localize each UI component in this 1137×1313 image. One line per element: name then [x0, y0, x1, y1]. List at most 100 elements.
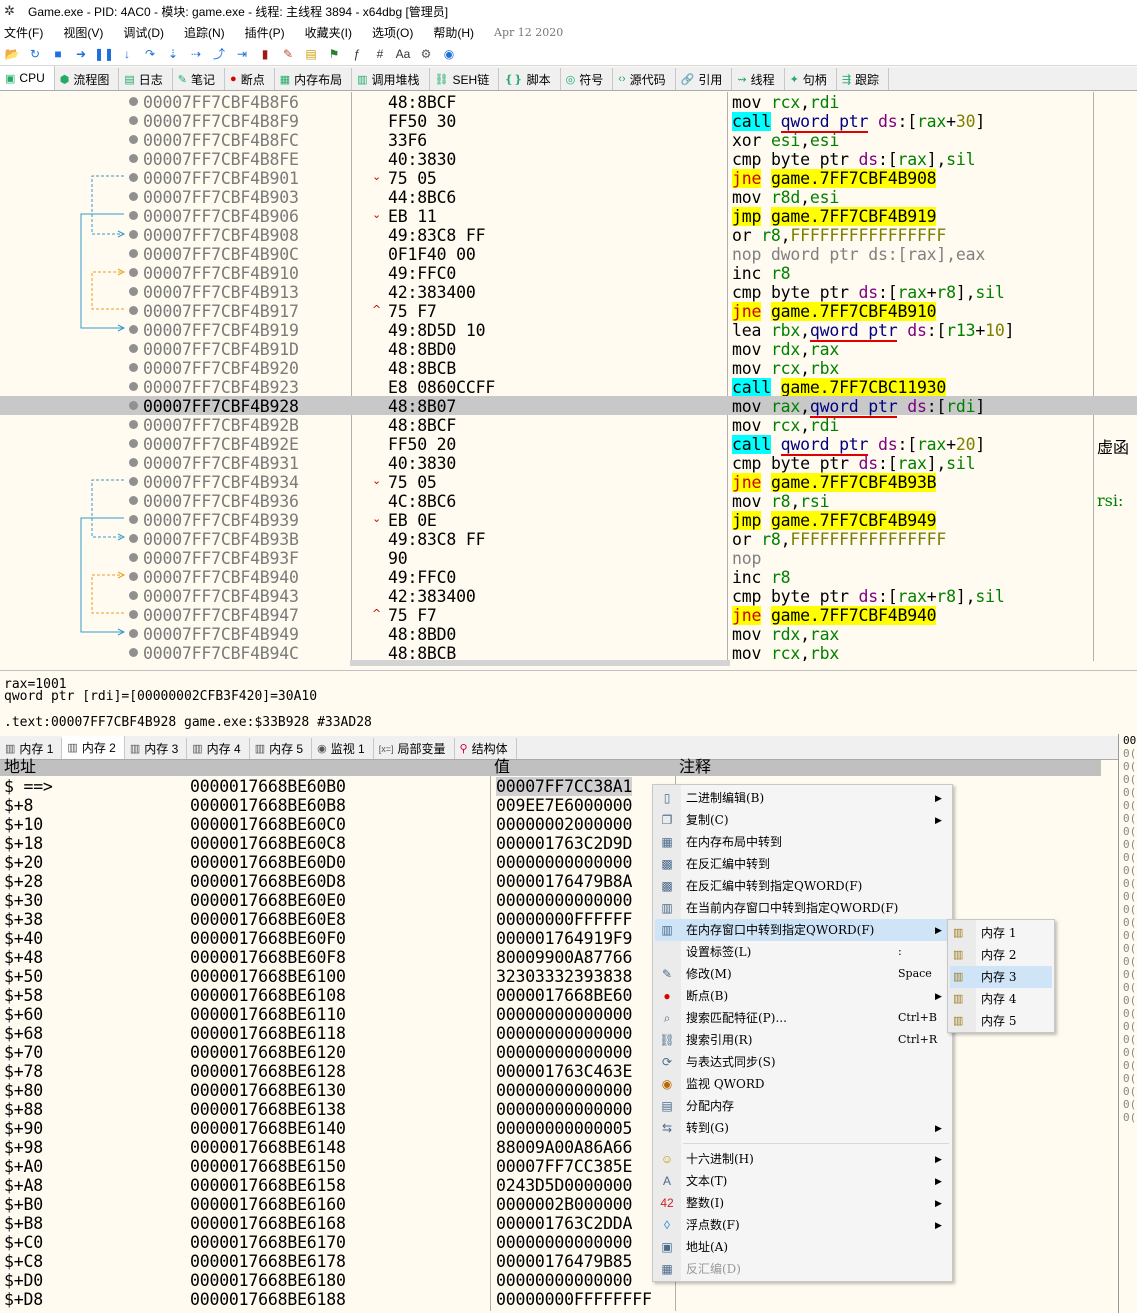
tab-source[interactable]: ‹› 源代码 [613, 68, 676, 90]
disasm-row[interactable]: 00007FF7CBF4B923 E8 0860CCFF call game.7FF… [0, 377, 1137, 397]
breakpoint-dot[interactable] [129, 420, 138, 429]
breakpoint-dot[interactable] [129, 363, 138, 372]
submenu-item[interactable]: ▥ 内存 3 [950, 966, 1052, 988]
tab-trace[interactable]: ⇶ 跟踪 [837, 68, 890, 90]
horizontal-scrollbar[interactable] [350, 660, 730, 666]
breakpoint-dot[interactable] [129, 268, 138, 277]
tab-memory-map[interactable]: ▦ 内存布局 [275, 68, 353, 90]
disasm-row[interactable]: 00007FF7CBF4B908 49:83C8 FF or r8,FFFFFFFF… [0, 225, 1137, 245]
menu-item[interactable]: ✎ 修改(M) Space [655, 963, 951, 985]
step-into-icon[interactable]: ↓ [118, 45, 136, 63]
menu-item[interactable]: ▥ 在当前内存窗口中转到指定QWORD(F) [655, 897, 951, 919]
menu-item[interactable]: ⇆ 转到(G) ▶ [655, 1117, 951, 1139]
execute-till-return-icon[interactable]: ⤴ [210, 45, 228, 63]
breakpoint-dot[interactable] [129, 439, 138, 448]
breakpoint-dot[interactable] [129, 154, 138, 163]
run-to-user-code-icon[interactable]: ⇥ [233, 45, 251, 63]
disasm-row[interactable]: 00007FF7CBF4B931 40:3830 cmp byte ptr ds:[… [0, 453, 1137, 473]
tab-cpu[interactable]: ▣ CPU [0, 66, 55, 90]
dump-tab[interactable]: ▥ 内存 3 [125, 738, 188, 759]
tab-seh[interactable]: ⛓ SEH链 [430, 68, 500, 90]
disassembly-view[interactable]: 00007FF7CBF4B8F6 48:8BCF mov rcx,rdi 00007F… [0, 92, 1137, 661]
breakpoint-dot[interactable] [129, 116, 138, 125]
disasm-row[interactable]: 00007FF7CBF4B94C 48:8BCB mov rcx,rbx [0, 643, 1137, 661]
menu-item[interactable]: ▦ 在内存布局中转到 [655, 831, 951, 853]
menu-item[interactable]: ◉ 监视 QWORD [655, 1073, 951, 1095]
breakpoint-dot[interactable] [129, 192, 138, 201]
disasm-row[interactable]: 00007FF7CBF4B940 49:FFC0 inc r8 [0, 567, 1137, 587]
menu-item[interactable]: ▥ 在内存窗口中转到指定QWORD(F) ▶ [655, 919, 951, 941]
breakpoint-dot[interactable] [129, 534, 138, 543]
breakpoint-dot[interactable] [129, 477, 138, 486]
menu-item[interactable]: ⟳ 与表达式同步(S) [655, 1051, 951, 1073]
comment-icon[interactable]: ✎ [279, 45, 297, 63]
disasm-row[interactable]: 00007FF7CBF4B949 48:8BD0 mov rdx,rax [0, 624, 1137, 644]
breakpoint-dot[interactable] [129, 572, 138, 581]
menu-item[interactable]: ☺ 十六进制(H) ▶ [655, 1148, 951, 1170]
disasm-row[interactable]: 00007FF7CBF4B920 48:8BCB mov rcx,rbx [0, 358, 1137, 378]
menu-item[interactable]: 收藏夹(I) [305, 24, 352, 41]
disasm-row[interactable]: 00007FF7CBF4B92E FF50 20 call qword ptr ds… [0, 434, 1137, 456]
label-icon[interactable]: ▤ [302, 45, 320, 63]
disasm-row[interactable]: 00007FF7CBF4B910 49:FFC0 inc r8 [0, 263, 1137, 283]
breakpoint-dot[interactable] [129, 610, 138, 619]
step-over-icon[interactable]: ↷ [141, 45, 159, 63]
dump-tab[interactable]: ◉ 监视 1 [312, 738, 374, 759]
tab-references[interactable]: 🔗 引用 [676, 68, 733, 90]
disasm-row[interactable]: 00007FF7CBF4B928 48:8B07 mov rax,qword ptr… [0, 396, 1137, 418]
disasm-row[interactable]: 00007FF7CBF4B903 44:8BC6 mov r8d,esi [0, 187, 1137, 207]
menu-item[interactable]: ◊ 浮点数(F) ▶ [655, 1214, 951, 1236]
tab-log[interactable]: ▤ 日志 [119, 68, 173, 90]
submenu-item[interactable]: ▥ 内存 1 [950, 922, 1052, 944]
submenu-item[interactable]: ▥ 内存 4 [950, 988, 1052, 1010]
disasm-row[interactable]: 00007FF7CBF4B913 42:383400 cmp byte ptr ds… [0, 282, 1137, 302]
menu-item[interactable]: 选项(O) [372, 24, 413, 41]
restart-icon[interactable]: ↻ [26, 45, 44, 63]
menu-item[interactable]: 帮助(H) [433, 24, 474, 41]
disasm-row[interactable]: 00007FF7CBF4B93F 90 nop [0, 548, 1137, 568]
breakpoint-dot[interactable] [129, 591, 138, 600]
disasm-row[interactable]: 00007FF7CBF4B906 ⌄ EB 11 jmp game.7FF7CBF4B… [0, 206, 1137, 226]
menu-item[interactable]: ❐ 复制(C) ▶ [655, 809, 951, 831]
dump-tab[interactable]: [x=] 局部变量 [374, 738, 455, 759]
stop-icon[interactable]: ■ [49, 45, 67, 63]
menu-item[interactable]: 视图(V) [63, 24, 103, 41]
disasm-row[interactable]: 00007FF7CBF4B943 42:383400 cmp byte ptr ds… [0, 586, 1137, 606]
menu-item[interactable]: ▩ 在反汇编中转到指定QWORD(F) [655, 875, 951, 897]
breakpoint-dot[interactable] [129, 344, 138, 353]
disasm-row[interactable]: 00007FF7CBF4B91D 48:8BD0 mov rdx,rax [0, 339, 1137, 359]
breakpoint-dot[interactable] [129, 230, 138, 239]
breakpoint-dot[interactable] [129, 382, 138, 391]
tab-script[interactable]: ❴❵ 脚本 [499, 68, 561, 90]
breakpoint-dot[interactable] [129, 306, 138, 315]
hash-icon[interactable]: # [371, 45, 389, 63]
tab-call-stack[interactable]: ▥ 调用堆栈 [352, 68, 430, 90]
disasm-row[interactable]: 00007FF7CBF4B8FC 33F6 xor esi,esi [0, 130, 1137, 150]
dump-tab[interactable]: ▥ 内存 5 [250, 738, 313, 759]
disasm-row[interactable]: 00007FF7CBF4B917 ^ 75 F7 jne game.7FF7CBF4B… [0, 301, 1137, 321]
disasm-row[interactable]: 00007FF7CBF4B934 ⌄ 75 05 jne game.7FF7CBF4B… [0, 472, 1137, 492]
breakpoint-dot[interactable] [129, 211, 138, 220]
disasm-row[interactable]: 00007FF7CBF4B939 ⌄ EB 0E jmp game.7FF7CBF4B… [0, 510, 1137, 530]
disasm-row[interactable]: 00007FF7CBF4B8F9 FF50 30 call qword ptr ds… [0, 111, 1137, 133]
menu-item[interactable]: ⌕ 搜索匹配特征(P)... Ctrl+B [655, 1007, 951, 1029]
disasm-row[interactable]: 00007FF7CBF4B919 49:8D5D 10 lea rbx,qword … [0, 320, 1137, 342]
menu-item[interactable]: ▯ 二进制编辑(B) ▶ [655, 787, 951, 809]
menu-item[interactable]: ▩ 在反汇编中转到 [655, 853, 951, 875]
trace-over-icon[interactable]: ⇢ [187, 45, 205, 63]
menu-item[interactable]: ⛓ 搜索引用(R) Ctrl+R [655, 1029, 951, 1051]
tab-threads[interactable]: ⇝ 线程 [732, 68, 785, 90]
breakpoint-dot[interactable] [129, 515, 138, 524]
disasm-row[interactable]: 00007FF7CBF4B93B 49:83C8 FF or r8,FFFFFFFF… [0, 529, 1137, 549]
trace-into-icon[interactable]: ⇣ [164, 45, 182, 63]
disasm-row[interactable]: 00007FF7CBF4B90C 0F1F40 00 nop dword ptr d… [0, 244, 1137, 264]
patch-icon[interactable]: ▮ [256, 45, 274, 63]
tab-handles[interactable]: ✦ 句柄 [785, 68, 837, 90]
dump-tab[interactable]: ▥ 内存 1 [0, 738, 63, 759]
menu-item[interactable]: 文件(F) [4, 24, 43, 41]
breakpoint-dot[interactable] [129, 648, 138, 657]
submenu-item[interactable]: ▥ 内存 2 [950, 944, 1052, 966]
disasm-row[interactable]: 00007FF7CBF4B947 ^ 75 F7 jne game.7FF7CBF4B… [0, 605, 1137, 625]
disasm-row[interactable]: 00007FF7CBF4B8FE 40:3830 cmp byte ptr ds:[… [0, 149, 1137, 169]
menu-item[interactable]: ● 断点(B) ▶ [655, 985, 951, 1007]
